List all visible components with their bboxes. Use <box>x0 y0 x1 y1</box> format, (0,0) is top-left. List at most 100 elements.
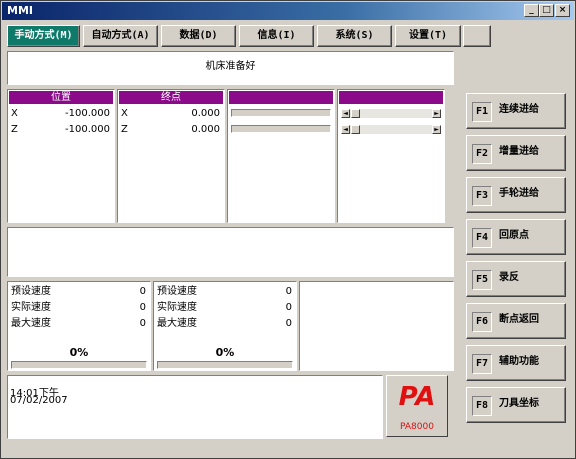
speed-panel-2: 预设速度 0 实际速度 0 最大速度 0 0% <box>153 281 297 371</box>
logo-mark: PA <box>398 382 436 412</box>
logo-text: PA8000 <box>400 422 434 432</box>
x-slider[interactable]: ◄ ► <box>341 109 441 118</box>
aux-panel <box>299 281 454 371</box>
f6-breakpoint-return-button[interactable]: F6 断点返回 <box>466 303 566 339</box>
minimize-button[interactable]: _ <box>524 4 539 17</box>
speed-label: 最大速度 <box>157 318 197 329</box>
speed-value: 0 <box>285 302 292 313</box>
fkey-label: F2 <box>472 144 492 164</box>
speed-value: 0 <box>139 302 146 313</box>
fkey-text: 回原点 <box>499 230 529 241</box>
position-value: -100.000 <box>65 108 110 119</box>
f4-home-button[interactable]: F4 回原点 <box>466 219 566 255</box>
fkey-text: 手轮进给 <box>499 188 539 199</box>
fkey-label: F3 <box>472 186 492 206</box>
tab-auto[interactable]: 自动方式(A) <box>83 25 158 47</box>
speed-percent: 0% <box>69 346 89 359</box>
endpoint-header: 终点 <box>119 91 223 104</box>
fkey-label: F1 <box>472 102 492 122</box>
status-message: 机床准备好 <box>205 61 256 72</box>
pa-logo: PA PA8000 <box>386 375 448 437</box>
speed-label: 预设速度 <box>11 286 51 297</box>
z-bar <box>231 125 331 133</box>
clock-panel: 14:01下午 07/02/2007 <box>7 375 383 439</box>
clock-date: 07/02/2007 <box>10 395 68 406</box>
speed-label: 最大速度 <box>11 318 51 329</box>
tab-manual[interactable]: 手动方式(M) <box>7 25 80 47</box>
position-header: 位置 <box>9 91 113 104</box>
slider-panel: ◄ ► ◄ ► <box>337 89 445 223</box>
fkey-text: 录反 <box>499 272 519 283</box>
slider-right-arrow-icon[interactable]: ► <box>432 125 441 134</box>
axis-label: Z <box>121 124 128 135</box>
position-value: -100.000 <box>65 124 110 135</box>
actual-speed-row: 实际速度 0 <box>157 300 292 316</box>
x-bar <box>231 109 331 117</box>
fkey-text: 增量进给 <box>499 146 539 157</box>
slider-panel-header <box>339 91 443 104</box>
speed-value: 0 <box>285 318 292 329</box>
speed-progress-bar <box>11 361 147 369</box>
close-icon: × <box>558 5 567 15</box>
fkey-label: F5 <box>472 270 492 290</box>
title-bar[interactable]: MMI _ □ × <box>2 2 574 20</box>
max-speed-row: 最大速度 0 <box>157 316 292 332</box>
speed-value: 0 <box>139 286 146 297</box>
f1-continuous-feed-button[interactable]: F1 连续进给 <box>466 93 566 129</box>
bar-panel <box>227 89 335 223</box>
speed-panel-1: 预设速度 0 实际速度 0 最大速度 0 0% <box>7 281 151 371</box>
axis-label: X <box>11 108 18 119</box>
tab-info[interactable]: 信息(I) <box>239 25 314 47</box>
fkey-text: 刀具坐标 <box>499 398 539 409</box>
tab-settings[interactable]: 设置(T) <box>395 25 461 47</box>
endpoint-value: 0.000 <box>191 108 220 119</box>
fkey-text: 辅助功能 <box>499 356 539 367</box>
slider-right-arrow-icon[interactable]: ► <box>432 109 441 118</box>
slider-thumb[interactable] <box>351 125 360 134</box>
slider-left-arrow-icon[interactable]: ◄ <box>341 125 350 134</box>
speed-progress-bar <box>157 361 293 369</box>
endpoint-row-x: X 0.000 <box>121 107 220 121</box>
endpoint-row-z: Z 0.000 <box>121 123 220 137</box>
slider-left-arrow-icon[interactable]: ◄ <box>341 109 350 118</box>
z-slider[interactable]: ◄ ► <box>341 125 441 134</box>
maximize-button[interactable]: □ <box>539 4 554 17</box>
close-button[interactable]: × <box>555 4 570 17</box>
fkey-text: 连续进给 <box>499 104 539 115</box>
preset-speed-row: 预设速度 0 <box>11 284 146 300</box>
minimize-icon: _ <box>529 5 534 15</box>
f7-aux-function-button[interactable]: F7 辅助功能 <box>466 345 566 381</box>
speed-value: 0 <box>285 286 292 297</box>
mmi-window: MMI _ □ × 手动方式(M) 自动方式(A) 数据(D) 信息(I) 系统… <box>0 0 576 459</box>
message-area <box>7 227 454 277</box>
status-panel: 机床准备好 <box>7 51 454 85</box>
preset-speed-row: 预设速度 0 <box>157 284 292 300</box>
position-row-z: Z -100.000 <box>11 123 110 137</box>
f5-record-button[interactable]: F5 录反 <box>466 261 566 297</box>
fkey-label: F4 <box>472 228 492 248</box>
fkey-label: F8 <box>472 396 492 416</box>
tab-empty[interactable] <box>463 25 491 47</box>
actual-speed-row: 实际速度 0 <box>11 300 146 316</box>
speed-label: 预设速度 <box>157 286 197 297</box>
axis-label: Z <box>11 124 18 135</box>
fkey-label: F7 <box>472 354 492 374</box>
window-title: MMI <box>7 4 33 17</box>
slider-thumb[interactable] <box>351 109 360 118</box>
axis-label: X <box>121 108 128 119</box>
maximize-icon: □ <box>542 5 551 15</box>
speed-percent: 0% <box>215 346 235 359</box>
speed-value: 0 <box>139 318 146 329</box>
fkey-text: 断点返回 <box>499 314 539 325</box>
endpoint-value: 0.000 <box>191 124 220 135</box>
speed-label: 实际速度 <box>11 302 51 313</box>
bar-panel-header <box>229 91 333 104</box>
tab-data[interactable]: 数据(D) <box>161 25 236 47</box>
max-speed-row: 最大速度 0 <box>11 316 146 332</box>
f2-increment-feed-button[interactable]: F2 增量进给 <box>466 135 566 171</box>
tab-system[interactable]: 系统(S) <box>317 25 392 47</box>
f8-tool-coordinate-button[interactable]: F8 刀具坐标 <box>466 387 566 423</box>
f3-handwheel-feed-button[interactable]: F3 手轮进给 <box>466 177 566 213</box>
fkey-label: F6 <box>472 312 492 332</box>
position-row-x: X -100.000 <box>11 107 110 121</box>
